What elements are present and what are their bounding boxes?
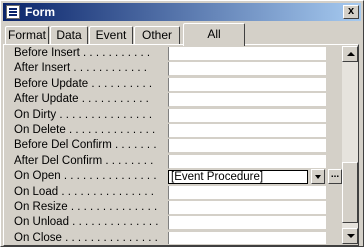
on-open-value-field[interactable]: [Event Procedure] [168, 170, 308, 185]
property-value-field[interactable] [168, 231, 326, 244]
property-row-selected: On Open . . . . . . . . . . . . . . . [E… [8, 169, 342, 185]
property-row: On Load . . . . . . . . . . . . . . . [8, 185, 342, 200]
property-value-field[interactable] [168, 185, 326, 200]
property-label: On Resize . . . . . . . . . . . . . . [14, 200, 158, 213]
tab-strip: Format Data Event Other All [3, 23, 359, 46]
property-row: Before Del Confirm . . . . . . . [8, 138, 342, 154]
tab-event[interactable]: Event [89, 26, 133, 45]
property-label: On Unload . . . . . . . . . . . . . . [14, 216, 159, 229]
property-label: After Insert . . . . . . . . . . . . [14, 62, 147, 75]
property-label: After Del Confirm . . . . . . . . [14, 154, 154, 167]
title-bar[interactable]: Form x [3, 3, 361, 21]
property-label: Before Del Confirm . . . . . . . [14, 139, 157, 152]
property-value-field[interactable] [168, 108, 326, 123]
property-value-field[interactable] [168, 62, 326, 77]
property-label: Before Insert . . . . . . . . . . . [14, 47, 151, 59]
tab-data[interactable]: Data [50, 26, 88, 45]
property-sheet-window: Form x Format Data Event Other All Befor… [0, 0, 364, 247]
scrollbar-thumb[interactable] [342, 162, 358, 223]
dropdown-arrow-button[interactable] [311, 169, 325, 185]
property-value-field[interactable] [168, 47, 326, 61]
property-label: On Dirty . . . . . . . . . . . . . . . [14, 108, 153, 121]
tab-all[interactable]: All [183, 23, 245, 46]
scroll-down-arrow-icon[interactable] [342, 228, 358, 244]
property-row: On Dirty . . . . . . . . . . . . . . . [8, 108, 342, 123]
property-grid: Before Insert . . . . . . . . . . . Afte… [8, 46, 342, 244]
property-value-field[interactable] [168, 77, 326, 92]
build-button[interactable]: ... [328, 169, 342, 185]
window-title: Form [25, 5, 55, 19]
property-row: After Del Confirm . . . . . . . . [8, 154, 342, 169]
property-value-field[interactable] [168, 93, 326, 108]
property-row: After Update . . . . . . . . . . . [8, 92, 342, 108]
tab-other[interactable]: Other [134, 26, 180, 45]
property-row: After Insert . . . . . . . . . . . . [8, 61, 342, 77]
property-sheet-icon [6, 5, 20, 19]
property-value-field[interactable] [168, 139, 326, 154]
property-label: Before Update . . . . . . . . . . [14, 77, 153, 90]
property-label: After Update . . . . . . . . . . . [14, 93, 149, 106]
property-label: On Open . . . . . . . . . . . . . . . [14, 170, 157, 183]
tab-format[interactable]: Format [5, 26, 49, 45]
property-row: On Delete . . . . . . . . . . . . . . [8, 123, 342, 138]
close-button[interactable]: x [343, 5, 359, 19]
property-value-field[interactable] [168, 154, 326, 169]
property-row: On Close . . . . . . . . . . . . . . . [8, 231, 342, 244]
property-label: On Delete . . . . . . . . . . . . . . [14, 123, 156, 136]
property-value-field[interactable] [168, 216, 326, 231]
vertical-scrollbar[interactable] [342, 46, 358, 244]
properties-pane: Before Insert . . . . . . . . . . . Afte… [3, 44, 359, 246]
property-row: On Unload . . . . . . . . . . . . . . [8, 215, 342, 231]
property-row: Before Update . . . . . . . . . . [8, 77, 342, 92]
property-value-field[interactable] [168, 200, 326, 215]
property-label: On Load . . . . . . . . . . . . . . . [14, 185, 154, 198]
scroll-up-arrow-icon[interactable] [342, 46, 358, 62]
property-value-field[interactable] [168, 123, 326, 138]
property-label: On Close . . . . . . . . . . . . . . . [14, 231, 158, 244]
property-row: On Resize . . . . . . . . . . . . . . [8, 200, 342, 215]
property-row: Before Insert . . . . . . . . . . . [8, 46, 342, 61]
